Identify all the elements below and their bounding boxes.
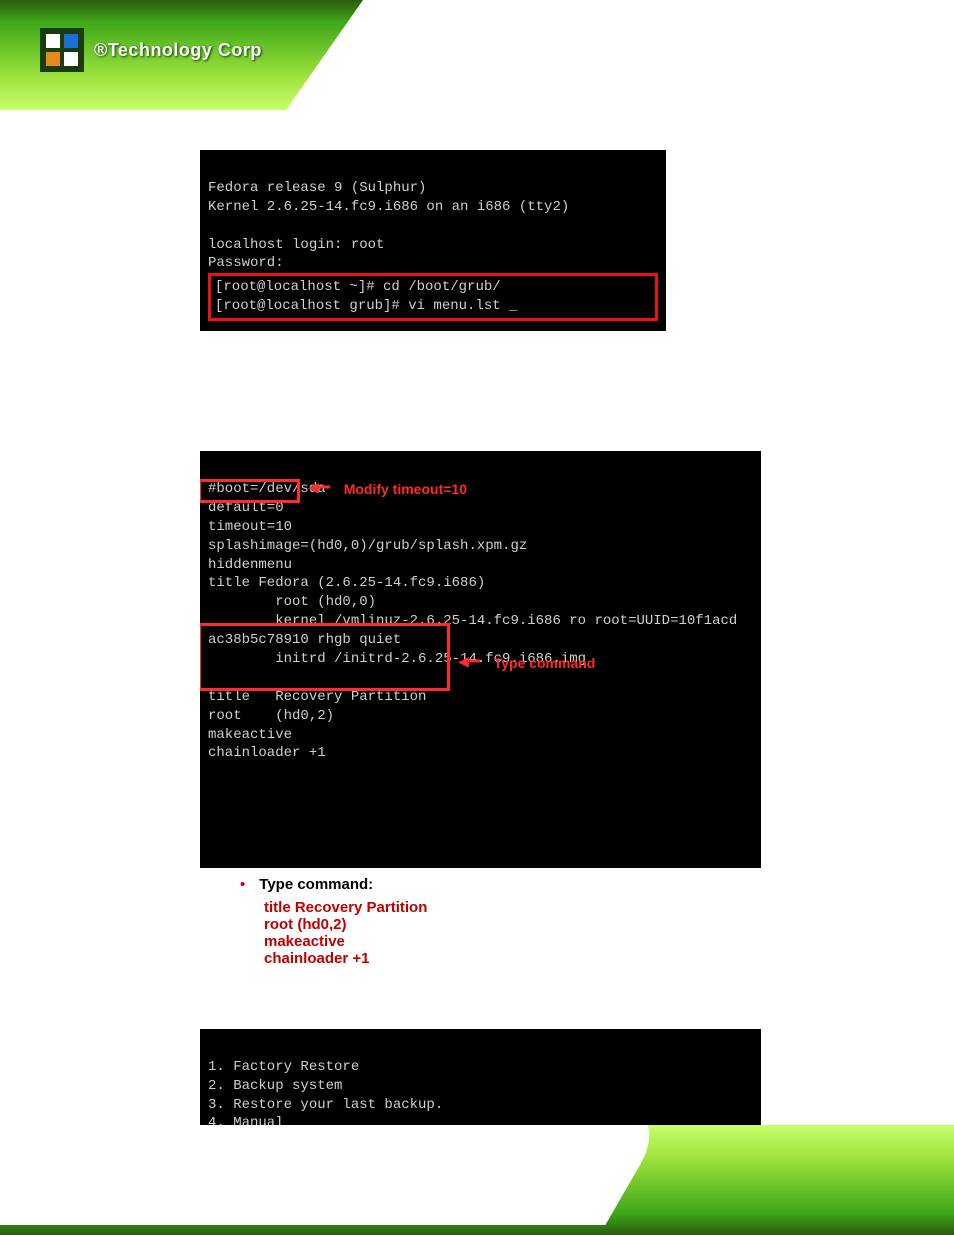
annotation-timeout: ◀━ Modify timeout=10	[302, 477, 467, 501]
page-content: Fedora release 9 (Sulphur) Kernel 2.6.25…	[0, 110, 954, 1200]
terminal-line: Kernel 2.6.25-14.fc9.i686 on an i686 (tt…	[208, 199, 569, 215]
bullet-icon: •	[240, 876, 245, 893]
highlighted-commands: [root@localhost ~]# cd /boot/grub/ [root…	[208, 273, 658, 321]
terminal-line: chainloader +1	[208, 745, 326, 761]
command-line: root (hd0,2)	[264, 916, 754, 933]
command-line: chainloader +1	[264, 950, 754, 967]
terminal-line: [root@localhost grub]# vi menu.lst _	[215, 298, 517, 314]
brand-text: ®Technology Corp	[94, 40, 262, 61]
terminal-line: [root@localhost ~]# cd /boot/grub/	[215, 279, 501, 295]
terminal-login: Fedora release 9 (Sulphur) Kernel 2.6.25…	[200, 150, 666, 331]
command-line: title Recovery Partition	[264, 899, 754, 916]
instruction-heading: Type command:	[259, 876, 373, 893]
terminal-line: title Fedora (2.6.25-14.fc9.i686)	[208, 575, 485, 591]
terminal-line: Fedora release 9 (Sulphur)	[208, 180, 426, 196]
terminal-line: title Recovery Partition	[208, 689, 426, 705]
terminal-line: 3. Restore your last backup.	[208, 1097, 443, 1113]
terminal-line: 1. Factory Restore	[208, 1059, 359, 1075]
highlight-box-timeout	[200, 479, 300, 503]
terminal-line: splashimage=(hd0,0)/grub/splash.xpm.gz	[208, 538, 527, 554]
terminal-line: 2. Backup system	[208, 1078, 342, 1094]
terminal-line: localhost login: root	[208, 237, 384, 253]
page-footer	[0, 1125, 954, 1235]
terminal-line: timeout=10	[208, 519, 292, 535]
logo: ®Technology Corp	[40, 28, 262, 72]
annotation-label: Type command	[494, 654, 596, 673]
command-instructions: •Type command: title Recovery Partition …	[240, 876, 754, 967]
annotation-label: Modify timeout=10	[344, 480, 467, 499]
annotation-typecmd: ◀━ Type command	[452, 651, 595, 675]
arrow-left-icon: ◀━	[308, 477, 330, 501]
highlight-box-recovery	[200, 623, 450, 691]
terminal-grub-config: #boot=/dev/sda default=0 timeout=10 spla…	[200, 451, 761, 868]
terminal-line: Password:	[208, 255, 284, 271]
arrow-left-icon: ◀━	[458, 651, 480, 675]
terminal-line: hiddenmenu	[208, 557, 292, 573]
command-line: makeactive	[264, 933, 754, 950]
terminal-line: makeactive	[208, 727, 292, 743]
page-header: ®Technology Corp	[0, 0, 954, 110]
logo-icon	[40, 28, 84, 72]
terminal-line: root (hd0,0)	[208, 594, 376, 610]
terminal-line: root (hd0,2)	[208, 708, 334, 724]
